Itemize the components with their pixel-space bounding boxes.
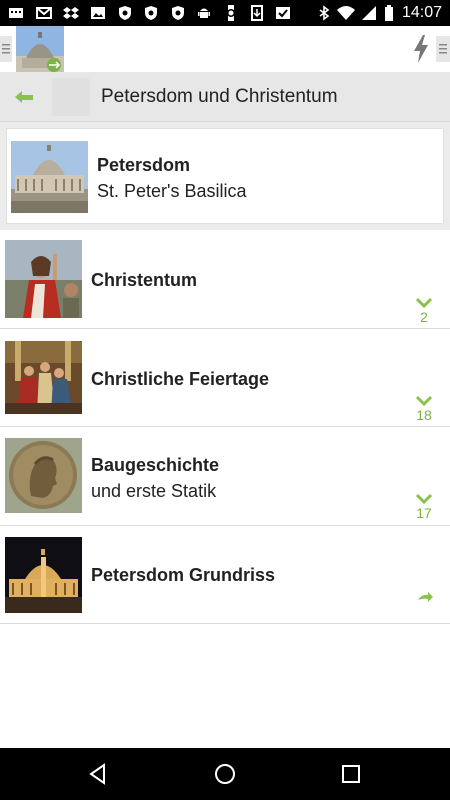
shield-icon: [145, 6, 157, 20]
gmail-icon: [36, 7, 52, 19]
list-item[interactable]: Christliche Feiertage 18: [0, 328, 450, 427]
chevron-down-icon: [416, 395, 432, 406]
check-icon: [276, 7, 290, 19]
st-peters-basilica-photo: [11, 141, 88, 213]
signal-icon: [362, 6, 376, 20]
watch-icon: [227, 5, 235, 21]
android-icon: [198, 8, 210, 18]
bluetooth-icon: [319, 5, 330, 21]
wifi-icon: [337, 6, 355, 20]
page-title: Petersdom und Christentum: [101, 86, 338, 107]
messages-icon: [9, 8, 23, 18]
menu-right-button[interactable]: [436, 36, 450, 62]
menu-icon: [2, 44, 10, 54]
shield-icon: [172, 6, 184, 20]
header-card-inner[interactable]: Petersdom St. Peter's Basilica: [6, 128, 444, 224]
list-item-subtitle: und erste Statik: [91, 481, 217, 501]
image-icon: [91, 7, 105, 19]
arrow-right-icon: [418, 591, 433, 602]
clock: 14:07: [401, 4, 442, 21]
bronze-medal: [5, 438, 82, 513]
nav-recents-icon[interactable]: [339, 762, 363, 786]
list-item-title: Baugeschichte: [91, 455, 220, 475]
header-title: Petersdom: [97, 155, 191, 175]
list-item[interactable]: Petersdom Grundriss: [0, 525, 450, 624]
title-bar: Petersdom und Christentum: [0, 72, 450, 122]
dropbox-icon: [63, 7, 79, 19]
title-placeholder-box: [52, 78, 90, 116]
app-bar: [0, 26, 450, 72]
list-item-title: Christliche Feiertage: [91, 368, 270, 389]
chevron-down-icon: [416, 493, 432, 505]
menu-left-button[interactable]: [0, 36, 12, 62]
shield-icon: [119, 6, 131, 20]
list-item[interactable]: Baugeschichte und erste Statik 17: [0, 427, 450, 526]
list-item[interactable]: Christentum 2: [0, 230, 450, 329]
bolt-icon[interactable]: [412, 34, 430, 64]
header-subtitle: St. Peter's Basilica: [97, 181, 247, 201]
menu-icon: [439, 44, 447, 54]
back-arrow-icon[interactable]: [12, 86, 36, 108]
christ-painting: [5, 240, 82, 318]
item-count: 17: [416, 505, 432, 521]
navigation-bar: [0, 748, 450, 800]
list-item-title: Christentum: [91, 270, 198, 290]
item-count: 18: [416, 406, 432, 423]
basilica-night-photo: [5, 536, 82, 613]
chevron-down-icon: [416, 297, 432, 309]
nav-back-icon[interactable]: [86, 762, 110, 786]
header-card: Petersdom St. Peter's Basilica: [0, 122, 450, 230]
category-list: Christentum 2 Christliche Feiertage 18 B…: [0, 230, 450, 624]
nav-home-icon[interactable]: [213, 762, 237, 786]
status-bar: 14:07: [0, 0, 450, 26]
item-count: 2: [420, 309, 428, 325]
feast-painting: [5, 340, 82, 414]
list-item-title: Petersdom Grundriss: [91, 564, 276, 585]
download-icon: [251, 5, 263, 21]
app-logo[interactable]: [16, 26, 64, 72]
battery-icon: [385, 5, 393, 21]
